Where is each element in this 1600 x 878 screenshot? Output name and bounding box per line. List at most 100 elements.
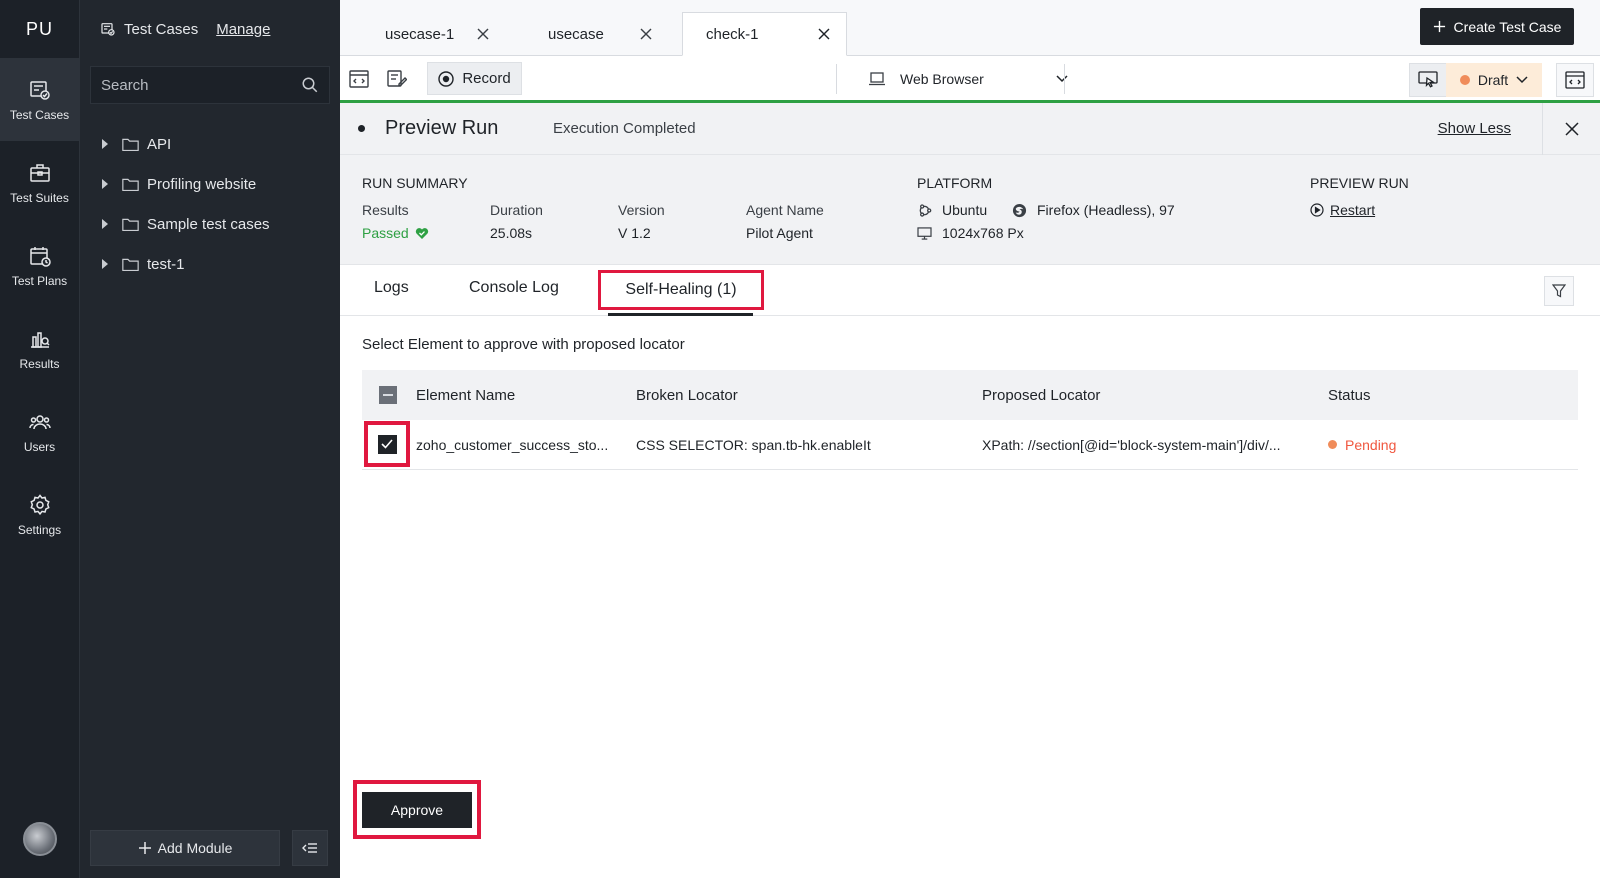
table-header: Element Name Broken Locator Proposed Loc… <box>362 370 1578 420</box>
restart-link[interactable]: Restart <box>1310 202 1375 218</box>
rail-item-settings[interactable]: Settings <box>0 473 79 556</box>
file-tabs-bar: usecase-1 usecase check-1 Create Test Ca… <box>340 0 1600 56</box>
module-sidebar: Test Cases Manage API Profiling website … <box>80 0 340 878</box>
column-header: Status <box>1328 386 1371 404</box>
rail-item-results[interactable]: Results <box>0 307 79 390</box>
rail-item-users[interactable]: Users <box>0 390 79 473</box>
script-view-button[interactable] <box>1556 63 1594 97</box>
version-label: Version <box>618 202 665 218</box>
column-header: Broken Locator <box>636 386 738 404</box>
browser-select-value: Web Browser <box>900 71 984 87</box>
approve-button[interactable]: Approve <box>362 791 472 828</box>
add-module-button[interactable]: Add Module <box>90 830 280 866</box>
draft-status-dropdown[interactable]: Draft <box>1446 63 1542 97</box>
tree-item-module[interactable]: API <box>80 124 340 164</box>
plus-icon <box>1433 20 1446 33</box>
tree-item-module[interactable]: Sample test cases <box>80 204 340 244</box>
code-window-icon <box>1565 71 1585 89</box>
bullet-dot <box>358 125 365 132</box>
status-text: Pending <box>1345 436 1397 453</box>
draft-label: Draft <box>1477 72 1509 88</box>
module-tree: API Profiling website Sample test cases … <box>80 124 340 284</box>
restart-text: Restart <box>1330 202 1376 218</box>
show-less-link[interactable]: Show Less <box>1438 120 1511 137</box>
draft-dot <box>1459 75 1470 85</box>
create-test-case-button[interactable]: Create Test Case <box>1420 8 1574 45</box>
proposed-locator-cell: XPath: //section[@id='block-system-main'… <box>982 436 1281 453</box>
rail-item-test-plans[interactable]: Test Plans <box>0 224 79 307</box>
results-value-text: Passed <box>362 225 409 241</box>
close-icon[interactable] <box>818 28 830 40</box>
run-summary: RUN SUMMARY Results Passed Duration 25.0… <box>340 155 1600 265</box>
ubuntu-icon <box>917 203 932 218</box>
caret-right-icon[interactable] <box>102 179 108 189</box>
sidebar-footer: Add Module <box>90 830 330 866</box>
pointer-screen-icon <box>1418 71 1438 89</box>
search-icon[interactable] <box>301 76 319 94</box>
self-healing-table: Element Name Broken Locator Proposed Loc… <box>362 370 1578 470</box>
os-value: Ubuntu <box>917 202 987 218</box>
tab-usecase[interactable]: usecase <box>503 12 668 56</box>
collapse-icon <box>302 842 318 854</box>
close-icon <box>1564 122 1579 136</box>
code-view-icon[interactable] <box>346 66 372 92</box>
broken-locator-cell: CSS SELECTOR: span.tb-hk.enableIt <box>636 436 871 453</box>
version-value: V 1.2 <box>618 225 651 241</box>
search-input[interactable] <box>101 76 281 94</box>
browser-select[interactable]: Web Browser <box>868 64 1068 94</box>
run-summary-heading: RUN SUMMARY <box>362 175 468 191</box>
tree-item-module[interactable]: test-1 <box>80 244 340 284</box>
tab-console-log[interactable]: Console Log <box>469 279 559 297</box>
execution-status: Execution Completed <box>553 120 696 137</box>
avatar[interactable] <box>23 822 57 856</box>
tab-usecase-1[interactable]: usecase-1 <box>340 12 505 56</box>
approve-button-highlight: Approve <box>353 780 481 839</box>
editor-toolbar: Record Web Browser Draft <box>340 56 1600 103</box>
results-value: Passed <box>362 225 429 241</box>
agent-label: Agent Name <box>746 202 824 218</box>
monitor-icon <box>917 226 932 240</box>
collapse-sidebar-button[interactable] <box>292 830 328 866</box>
close-icon[interactable] <box>477 28 489 40</box>
tab-check-1[interactable]: check-1 <box>682 12 847 56</box>
folder-icon <box>122 137 139 152</box>
tab-self-healing[interactable]: Self-Healing (1) <box>598 270 764 310</box>
select-all-checkbox[interactable] <box>379 386 397 404</box>
caret-right-icon[interactable] <box>102 139 108 149</box>
rail-item-test-cases[interactable]: Test Cases <box>0 58 79 141</box>
resolution-text: 1024x768 Px <box>942 225 1024 241</box>
device-view-button[interactable] <box>1409 63 1447 97</box>
rail-label: Test Plans <box>11 273 68 288</box>
firefox-icon <box>1012 203 1027 218</box>
gear-icon <box>28 493 52 517</box>
caret-right-icon[interactable] <box>102 259 108 269</box>
app-logo[interactable]: PU <box>0 0 79 58</box>
folder-icon <box>122 177 139 192</box>
record-icon <box>438 70 455 87</box>
chevron-down-icon <box>1516 76 1528 84</box>
laptop-icon <box>868 72 886 86</box>
record-label: Record <box>462 70 511 87</box>
tab-label: check-1 <box>706 25 759 43</box>
row-checkbox[interactable] <box>377 434 397 454</box>
manage-link[interactable]: Manage <box>216 21 270 38</box>
caret-right-icon[interactable] <box>102 219 108 229</box>
column-header: Proposed Locator <box>982 386 1101 404</box>
sidebar-title: Test Cases <box>124 20 199 38</box>
table-row[interactable]: zoho_customer_success_sto... CSS SELECTO… <box>362 420 1578 470</box>
rail-label: Results <box>19 356 60 371</box>
tree-item-label: Sample test cases <box>147 215 270 233</box>
duration-value: 25.08s <box>490 225 533 241</box>
tab-logs[interactable]: Logs <box>374 279 409 297</box>
close-icon[interactable] <box>640 28 652 40</box>
folder-icon <box>122 217 139 232</box>
tab-label: usecase-1 <box>385 25 455 43</box>
close-preview-button[interactable] <box>1542 103 1600 155</box>
filter-button[interactable] <box>1544 276 1574 306</box>
edit-steps-icon[interactable] <box>384 66 410 92</box>
column-header: Element Name <box>416 386 516 404</box>
rail-label: Users <box>23 439 56 454</box>
tree-item-module[interactable]: Profiling website <box>80 164 340 204</box>
rail-item-test-suites[interactable]: Test Suites <box>0 141 79 224</box>
record-button[interactable]: Record <box>427 62 522 95</box>
